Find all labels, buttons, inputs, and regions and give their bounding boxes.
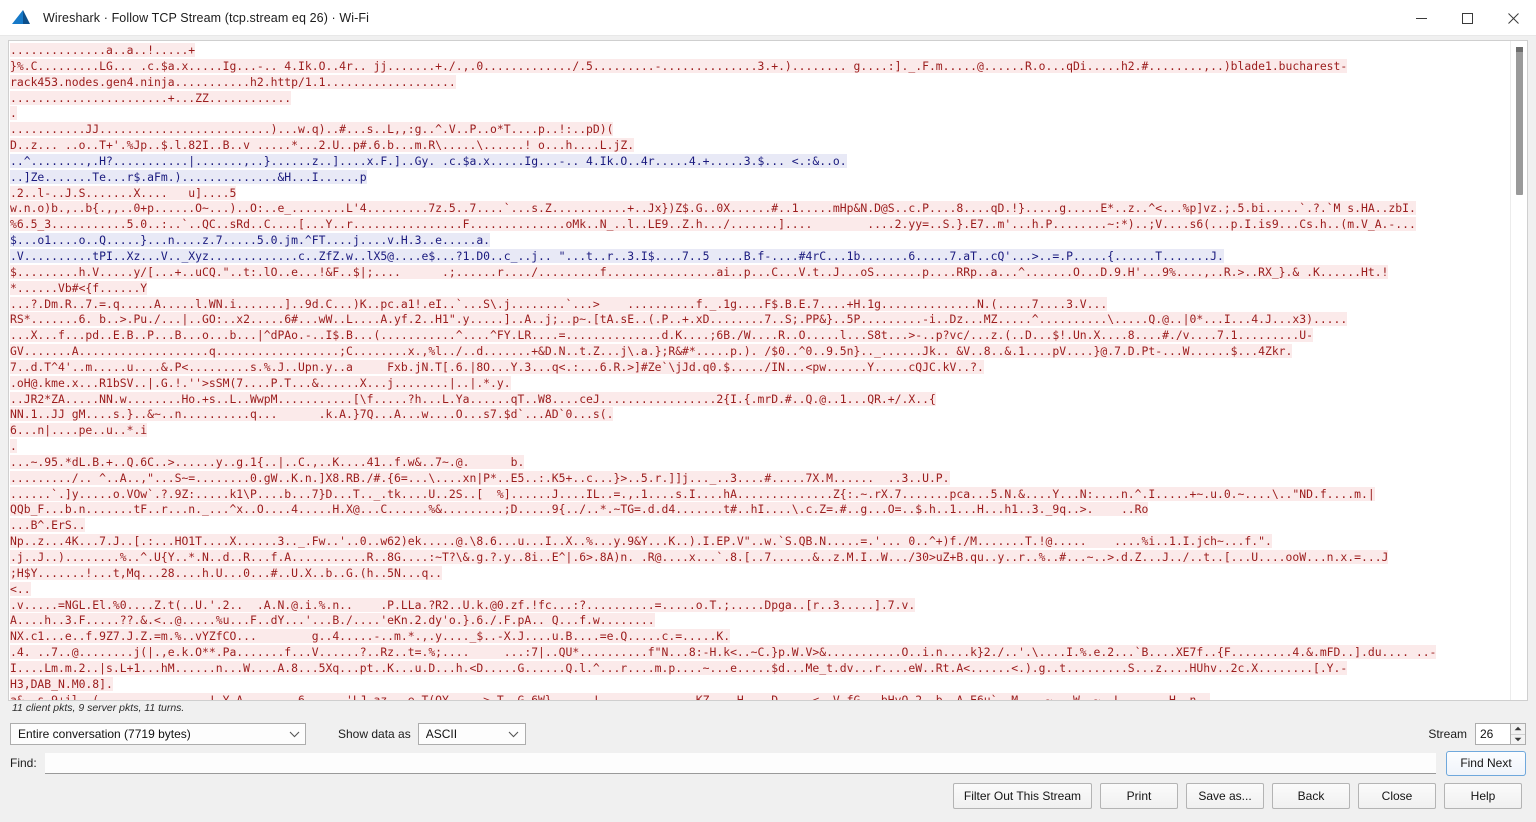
stream-line-client: ......`.]y.....o.VOw`.?.9Z:.....k1\P....… [10, 486, 1375, 501]
stream-pane: ..............a..a..!.....+}%.C.........… [8, 40, 1528, 701]
stream-line-client: GV.......A...................q..........… [10, 344, 1293, 359]
chevron-down-icon [503, 724, 525, 744]
vertical-scrollbar[interactable] [1510, 41, 1527, 700]
window-title: Wireshark · Follow TCP Stream (tcp.strea… [43, 10, 370, 25]
stream-number-value: 26 [1480, 727, 1494, 741]
follow-tcp-stream-window: Wireshark · Follow TCP Stream (tcp.strea… [0, 0, 1536, 822]
stream-line-client: NX.c1...e..f.9Z7.J.Z.=m.%..vYZfCO... g..… [10, 629, 731, 644]
stream-line-client: ........./.. ^..A..,"...S~=........0.gW.… [10, 470, 950, 485]
conversation-select-value: Entire conversation (7719 bytes) [18, 727, 191, 741]
stream-line-client: RS*.......6. b..>.Pu./...|..GO:..x2.....… [10, 312, 1348, 327]
back-button[interactable]: Back [1272, 783, 1350, 809]
stream-line-server: ..]Ze.......Te...r$.aFm.)..............&… [10, 169, 367, 184]
print-button[interactable]: Print [1100, 783, 1178, 809]
scrollbar-thumb-cap [1516, 47, 1523, 52]
find-input[interactable] [44, 752, 1436, 774]
stream-line-client: ..............a..a..!.....+ [10, 43, 196, 57]
show-data-as-label: Show data as [338, 727, 411, 741]
stream-line-client: .v.....=NGL.El.%0....Z.t(..U.'.2.. .A.N.… [10, 597, 916, 612]
stream-line-client: .2..l-..J.S.......X.... u]....5 [10, 185, 237, 200]
stream-line-server: .V..........tPI..Xz...V.._Xyz...........… [10, 248, 1224, 263]
stream-line-client: <.. [10, 581, 31, 596]
stream-line-client: w.n.o)b.,..b{.,,..0+p......O~...)..O:..e… [10, 201, 1416, 216]
show-data-as-value: ASCII [425, 727, 458, 741]
packet-stats-status: 11 client pkts, 9 server pkts, 11 turns. [12, 702, 185, 714]
help-button[interactable]: Help [1444, 783, 1522, 809]
stream-line-client: *......Vb#<{f......Y [10, 280, 148, 295]
wireshark-fin-icon [11, 8, 33, 28]
stream-line-client: I....Lm.m.2..|s.L+1...hM......n...W....A… [10, 660, 1348, 675]
filter-out-this-stream-button[interactable]: Filter Out This Stream [952, 783, 1092, 809]
stream-line-client: a&..s.9+il..(. ..............!.Y.A......… [10, 692, 1510, 700]
scrollbar-thumb[interactable] [1516, 47, 1523, 195]
find-next-button[interactable]: Find Next [1446, 750, 1526, 776]
stream-line-client: .......................+...ZZ...........… [10, 90, 292, 105]
stream-line-client: .j..J..)........%..^.U{Y..*.N..d..R...f.… [10, 550, 1389, 564]
find-row: Find: Find Next [0, 748, 1536, 778]
stream-number-label: Stream [1428, 727, 1467, 741]
stream-line-client: . [10, 106, 17, 121]
stream-line-client: 6...n|....pe..u..*.i [10, 423, 148, 438]
stream-controls-row: Entire conversation (7719 bytes) Show da… [0, 720, 1536, 748]
chevron-down-icon [283, 724, 305, 744]
stream-line-client: D..z... ..o..T+'.%Jp..$.l.82I..B..v ....… [10, 138, 635, 153]
stream-line-server: ..^........,.H?...........|.......,..}..… [10, 153, 847, 168]
stream-line-client: ...........JJ.........................).… [10, 122, 614, 137]
stream-line-client: .oH@.kme.x...R1bSV..|.G.!.''>sSM(7....P.… [10, 375, 511, 390]
stream-line-client: rack453.nodes.gen4.ninja...........h2.ht… [10, 74, 456, 89]
window-controls [1398, 0, 1536, 36]
stream-line-client: A....h..3.F.....??.&.<..@.....%u...F..dY… [10, 613, 655, 628]
stream-line-server: $...o1....o..Q.....}...n....z.7.....5.0.… [10, 233, 491, 248]
stream-line-client: $.........h.V.....y/[...+..uCQ."..t:.lO.… [10, 264, 1389, 279]
spinner-up-icon[interactable] [1511, 724, 1525, 735]
stream-line-client: Np..z...4K...7.J..[.:...HO1T....X......3… [10, 534, 1272, 549]
close-button[interactable] [1490, 0, 1536, 36]
stream-line-client: 7..d.T^4'..m.....u....&.P<.........s.%.J… [10, 359, 984, 374]
spinner-down-icon[interactable] [1511, 735, 1525, 745]
dialog-button-row: Filter Out This Stream Print Save as... … [0, 778, 1536, 822]
stream-line-client: }%.C.........LG... .c.$a.x.....Ig...-.. … [10, 58, 1348, 73]
save-as-button[interactable]: Save as... [1186, 783, 1264, 809]
close-dialog-button[interactable]: Close [1358, 783, 1436, 809]
stream-content[interactable]: ..............a..a..!.....+}%.C.........… [9, 41, 1510, 700]
stream-line-client: ;H$Y.......!...t,Mq...28....h.U...0...#.… [10, 565, 443, 580]
stream-line-client: NN.1..JJ gM....s.}..&~..n..........q... … [10, 407, 614, 422]
stream-line-client: %6.5_3...........5.0..:..`..QC..sRd..C..… [10, 217, 1416, 232]
stream-line-client: ...B^.ErS.. [10, 518, 86, 533]
stream-line-client: QQb_F...b.n.......tF..r...n._...^x..O...… [10, 502, 1149, 517]
stream-number-input[interactable]: 26 [1475, 723, 1511, 745]
maximize-button[interactable] [1444, 0, 1490, 36]
stream-line-client: ...X...f...pd..E.B..P...B...o...b...|^dP… [10, 328, 1313, 343]
stream-line-client: H3,DAB_N.M0.8]. [10, 676, 113, 691]
stream-line-client: . [10, 439, 17, 454]
conversation-select[interactable]: Entire conversation (7719 bytes) [10, 723, 306, 745]
stream-line-client: ...?.Dm.R..7.=.q.....A.....l.WN.i.......… [10, 296, 1108, 311]
stream-number-stepper[interactable] [1511, 723, 1526, 745]
show-data-as-select[interactable]: ASCII [417, 723, 526, 745]
minimize-button[interactable] [1398, 0, 1444, 36]
stream-line-client: .4. ..7..@........j(|.,e.k.O**.Pa.......… [10, 645, 1437, 660]
title-bar: Wireshark · Follow TCP Stream (tcp.strea… [0, 0, 1536, 36]
find-label: Find: [10, 756, 37, 770]
stream-line-client: ..JR2*ZA.....NN.w........Ho.+s..L..WwpM.… [10, 391, 936, 406]
stream-line-client: ...~.95.*dL.B.+..Q.6C..>......y..g.1{..|… [10, 454, 525, 469]
